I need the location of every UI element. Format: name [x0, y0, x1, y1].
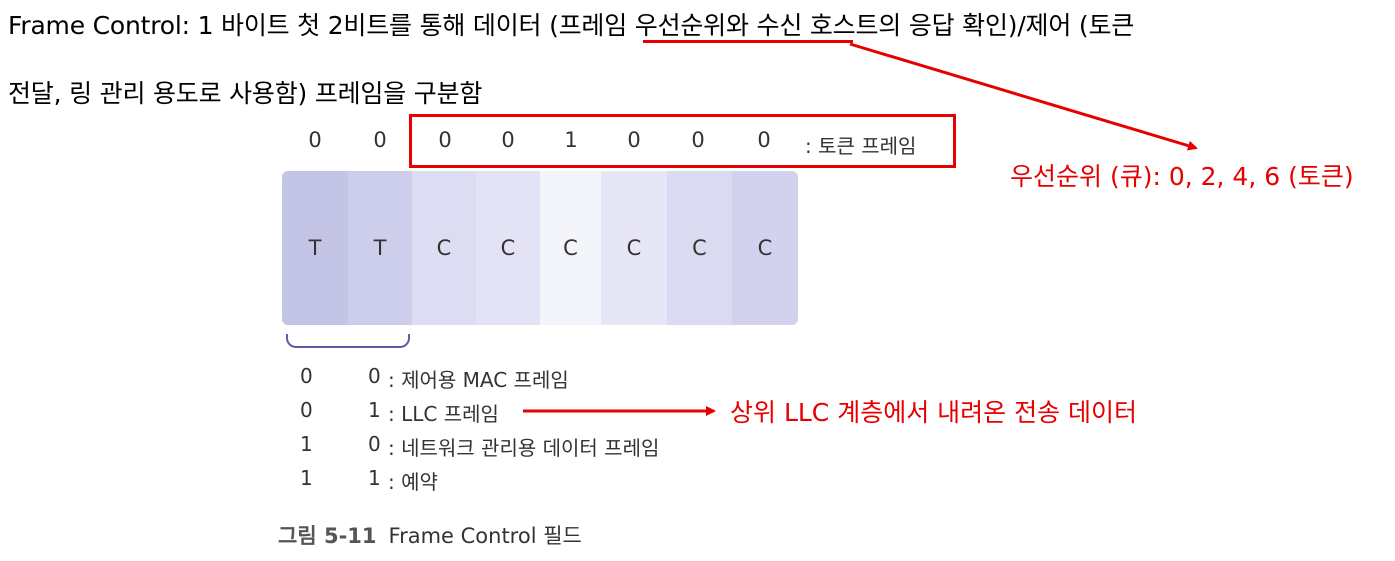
- field-cell: C: [667, 171, 732, 325]
- legend-bit-1: 1: [300, 466, 313, 490]
- bit-value: 0: [373, 128, 387, 152]
- legend-bit-1: 1: [300, 432, 313, 456]
- field-cell: T: [282, 171, 348, 325]
- figure-title: Frame Control 필드: [388, 524, 582, 548]
- priority-annotation: 우선순위 (큐): 0, 2, 4, 6 (토큰): [1010, 162, 1354, 191]
- token-bits-highlight-box: [409, 114, 956, 168]
- legend-bit-2: 1: [368, 466, 381, 490]
- intro-line-2: 전달, 링 관리 용도로 사용함) 프레임을 구분함: [8, 79, 483, 108]
- legend-description: : LLC 프레임: [388, 402, 499, 426]
- first-two-bits-brace: [286, 334, 410, 348]
- intro-line-1: Frame Control: 1 바이트 첫 2비트를 통해 데이터 (프레임 …: [8, 6, 1134, 42]
- field-cell: C: [540, 171, 601, 325]
- legend-description: : 네트워크 관리용 데이터 프레임: [388, 436, 660, 460]
- frame-control-fields: T T C C C C C C: [282, 171, 798, 325]
- legend-description: : 예약: [388, 470, 438, 494]
- legend-bit-1: 0: [300, 364, 313, 388]
- intro-line-1-suffix: 와 수신 호스트의 응답 확인)/제어 (토큰: [725, 11, 1135, 40]
- legend-bit-2: 1: [368, 398, 381, 422]
- legend-bit-2: 0: [368, 432, 381, 456]
- llc-annotation: 상위 LLC 계층에서 내려온 전송 데이터: [730, 398, 1138, 427]
- highlight-underline: [643, 40, 853, 43]
- intro-highlight: 프레임 우선순위: [558, 11, 727, 40]
- legend-bit-2: 0: [368, 364, 381, 388]
- field-cell: C: [412, 171, 476, 325]
- bit-value: 0: [308, 128, 322, 152]
- figure-number: 그림 5-11: [278, 524, 377, 548]
- legend-bit-1: 0: [300, 398, 313, 422]
- field-cell: C: [476, 171, 540, 325]
- field-cell: T: [348, 171, 412, 325]
- field-cell: C: [732, 171, 798, 325]
- field-cell: C: [601, 171, 667, 325]
- figure-caption: 그림 5-11 Frame Control 필드: [278, 520, 582, 550]
- intro-line-1-prefix: Frame Control: 1 바이트 첫 2비트를 통해 데이터 (: [8, 11, 559, 40]
- legend-description: : 제어용 MAC 프레임: [388, 368, 569, 392]
